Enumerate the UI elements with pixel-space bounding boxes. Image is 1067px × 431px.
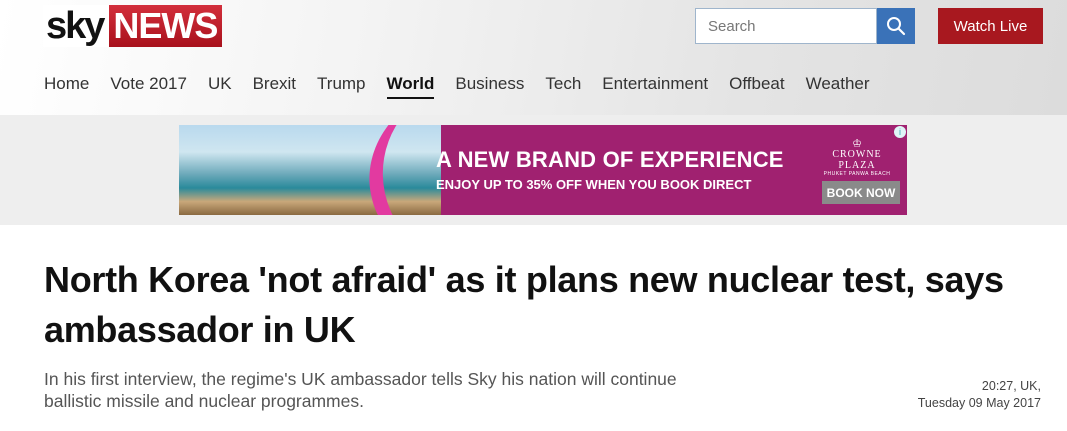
nav-item-brexit[interactable]: Brexit	[253, 74, 296, 99]
search-input[interactable]	[695, 8, 877, 44]
advert-brand-logo: ♔ CROWNE PLAZA PHUKET PANWA BEACH	[812, 138, 902, 178]
nav-item-uk[interactable]: UK	[208, 74, 232, 99]
advert-subline: ENJOY UP TO 35% OFF WHEN YOU BOOK DIRECT	[436, 177, 752, 192]
search-button[interactable]	[877, 8, 915, 44]
search-icon	[887, 17, 906, 36]
nav-item-trump[interactable]: Trump	[317, 74, 366, 99]
info-icon[interactable]: i	[894, 126, 906, 138]
advert-banner[interactable]: A NEW BRAND OF EXPERIENCE ENJOY UP TO 35…	[179, 125, 907, 215]
nav-item-world[interactable]: World	[386, 74, 435, 99]
site-header: sky NEWS Watch Live Home Vote 2017 UK Br…	[0, 0, 1067, 115]
nav-item-home[interactable]: Home	[44, 74, 89, 99]
nav-item-entertainment[interactable]: Entertainment	[602, 74, 708, 99]
book-now-button[interactable]: BOOK NOW	[822, 181, 900, 204]
article-standfirst: In his first interview, the regime's UK …	[44, 369, 677, 411]
nav-item-vote-2017[interactable]: Vote 2017	[110, 74, 187, 99]
crown-icon: ♔	[852, 138, 862, 150]
article-timestamp: 20:27, UK, Tuesday 09 May 2017	[918, 378, 1041, 412]
logo-sky-text: sky	[43, 5, 110, 47]
article-headline: North Korea 'not afraid' as it plans new…	[44, 259, 1004, 350]
advert-brand-name: CROWNE PLAZA	[832, 149, 882, 171]
sky-news-logo[interactable]: sky NEWS	[43, 5, 223, 47]
article-time: 20:27, UK,	[981, 379, 1041, 393]
advert-brand-location: PHUKET PANWA BEACH	[823, 171, 891, 177]
advert-headline: A NEW BRAND OF EXPERIENCE	[436, 147, 784, 172]
nav-item-weather[interactable]: Weather	[806, 74, 870, 99]
nav-item-tech[interactable]: Tech	[545, 74, 581, 99]
main-nav: Home Vote 2017 UK Brexit Trump World Bus…	[44, 74, 891, 99]
nav-item-offbeat[interactable]: Offbeat	[729, 74, 784, 99]
watch-live-button[interactable]: Watch Live	[938, 8, 1043, 44]
nav-item-business[interactable]: Business	[455, 74, 524, 99]
advert-band: A NEW BRAND OF EXPERIENCE ENJOY UP TO 35…	[0, 115, 1067, 225]
logo-news-text: NEWS	[109, 5, 223, 47]
article-date: Tuesday 09 May 2017	[917, 396, 1041, 410]
